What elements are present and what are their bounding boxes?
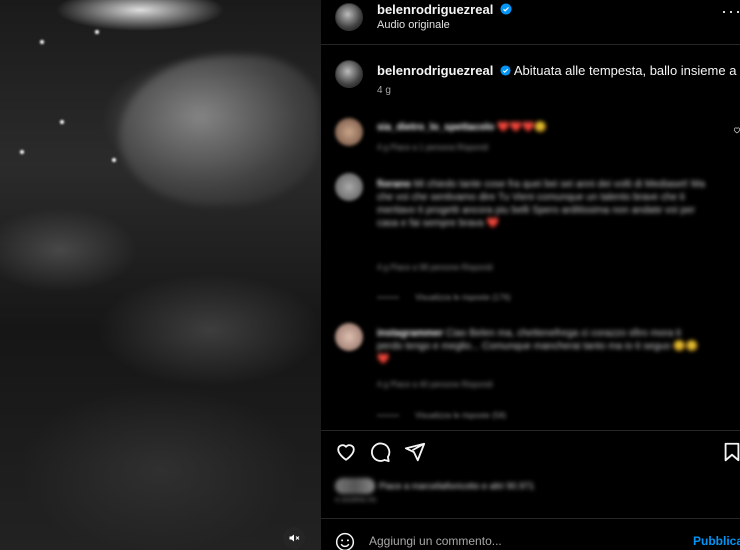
post-media[interactable] <box>0 0 321 550</box>
emoji-icon[interactable] <box>335 532 355 550</box>
avatar[interactable] <box>335 323 363 351</box>
post-panel: belenrodriguezreal Audio originale ··· b… <box>321 0 740 550</box>
comment-text: ❤️❤️❤️😊 <box>497 122 547 133</box>
comment-username[interactable]: sia_dietro_lo_spettacolo <box>377 122 494 133</box>
username-text[interactable]: belenrodriguezreal <box>377 2 493 17</box>
more-icon: ··· <box>721 1 740 21</box>
comment-box-divider <box>321 518 740 519</box>
likes-summary: Piace a marcellafioricotto e altri 90.97… <box>335 478 735 510</box>
comment-text: Mi chiedo tante cose fra quei bei sei an… <box>377 179 705 229</box>
water-sparkle <box>60 120 64 124</box>
view-replies-label: Visualizza le risposte (58) <box>415 411 507 420</box>
post-header: belenrodriguezreal Audio originale ··· <box>321 0 740 44</box>
action-bar <box>321 438 740 468</box>
water-sparkle <box>40 40 44 44</box>
heart-icon[interactable] <box>335 441 357 463</box>
header-username[interactable]: belenrodriguezreal <box>377 2 512 17</box>
comment-input[interactable]: Aggiungi un commento... <box>369 534 502 548</box>
avatar[interactable] <box>335 3 363 31</box>
comment-username[interactable]: fiorano <box>377 179 411 190</box>
water-sparkle <box>112 158 116 162</box>
more-options-button[interactable]: ··· <box>721 2 740 20</box>
mute-button[interactable] <box>283 527 305 549</box>
comment-meta: 4 g Piace a 40 persone Rispondi <box>377 380 493 389</box>
comment-username[interactable]: instagrammer <box>377 328 443 339</box>
post-date: 4 GIORNI FA <box>335 497 377 504</box>
comment-meta: 4 g Piace a 98 persone Rispondi <box>377 263 493 272</box>
share-icon[interactable] <box>404 441 426 463</box>
caption-timestamp: 4 g <box>377 85 391 96</box>
verified-icon <box>500 65 511 76</box>
avatar[interactable] <box>335 173 363 201</box>
comment-icon[interactable] <box>369 441 391 463</box>
avatar[interactable] <box>335 60 363 88</box>
caption-text: belenrodriguezreal Abituata alle tempest… <box>377 63 740 78</box>
view-replies-label: Visualizza le risposte (176) <box>415 293 511 302</box>
liker-avatars <box>335 478 375 494</box>
bookmark-icon[interactable] <box>721 441 740 463</box>
likes-text[interactable]: Piace a marcellafioricotto e altri 90.97… <box>379 480 534 493</box>
caption-body: Abituata alle tempesta, ballo insieme a … <box>513 63 740 78</box>
mute-icon <box>289 534 300 542</box>
verified-icon <box>500 3 512 15</box>
actions-divider <box>321 430 740 431</box>
publish-button[interactable]: Pubblica <box>693 534 740 548</box>
view-replies-button[interactable]: Visualizza le risposte (58) <box>377 411 506 420</box>
audio-link[interactable]: Audio originale <box>377 19 450 31</box>
header-divider <box>321 44 740 45</box>
water-sparkle <box>20 150 24 154</box>
media-face-shape <box>120 55 320 205</box>
caption-username[interactable]: belenrodriguezreal <box>377 63 493 78</box>
comment-like-icon[interactable] <box>733 126 740 134</box>
comment-meta: 4 g Piace a 1 persona Rispondi <box>377 143 489 152</box>
view-replies-button[interactable]: Visualizza le risposte (176) <box>377 293 511 302</box>
water-sparkle <box>95 30 99 34</box>
add-comment-bar: Aggiungi un commento... Pubblica <box>321 527 740 550</box>
avatar[interactable] <box>335 118 363 146</box>
